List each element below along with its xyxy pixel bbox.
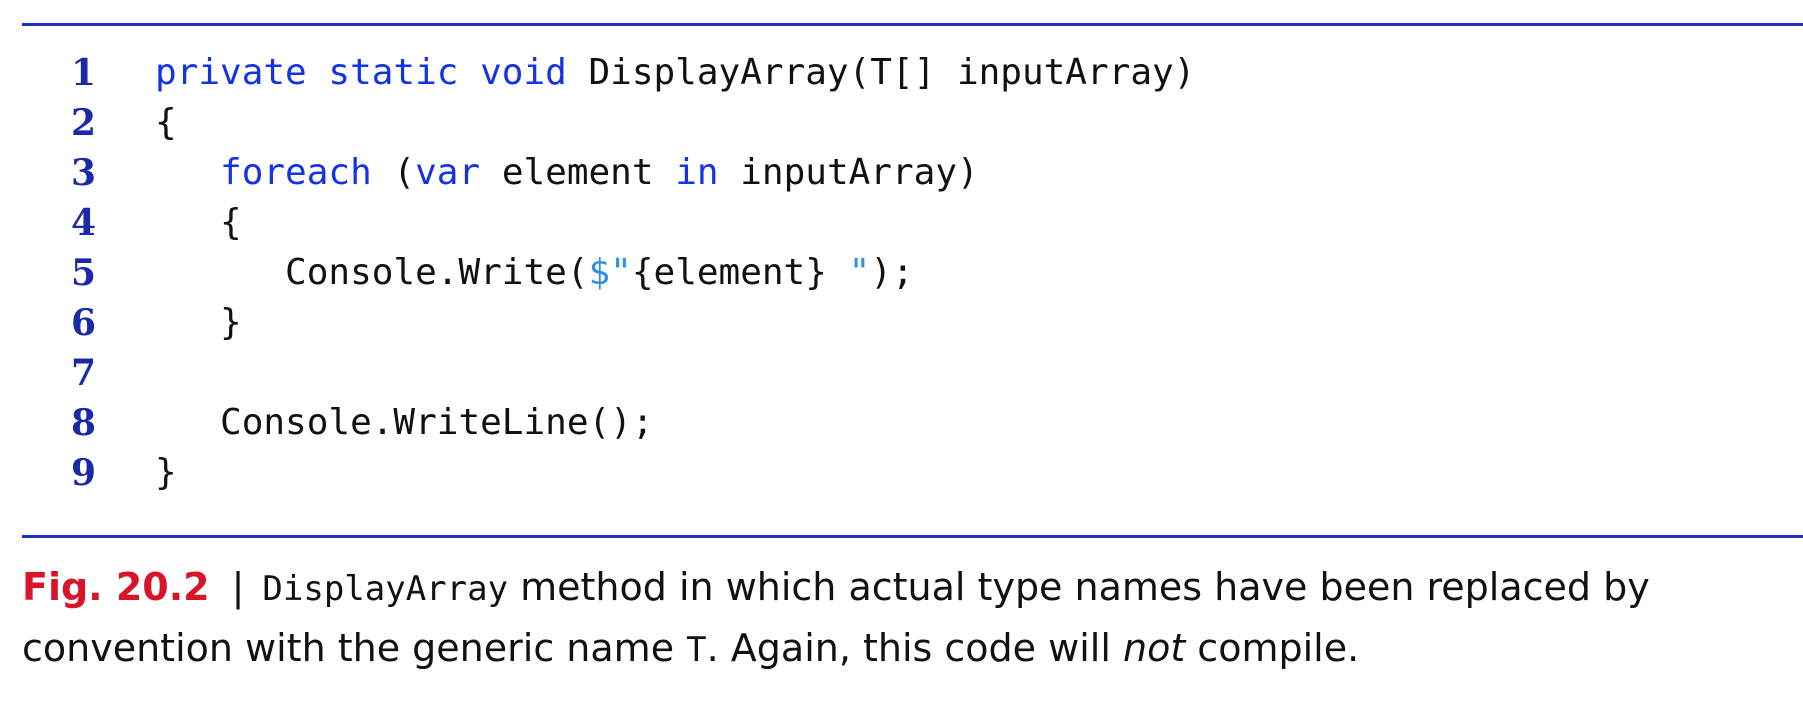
code-text: { xyxy=(155,198,242,248)
bottom-rule xyxy=(22,535,1803,538)
code-keyword: foreach xyxy=(220,152,372,193)
code-token: inputArray) xyxy=(718,152,979,193)
code-keyword: in xyxy=(675,152,719,193)
code-token: } xyxy=(155,452,177,493)
code-line: 4 { xyxy=(0,198,1803,248)
code-text: Console.Write($"{element} "); xyxy=(155,248,914,298)
caption-text: . Again, this code will xyxy=(706,626,1123,670)
code-line: 7 xyxy=(0,348,1803,398)
caption-type-name: T xyxy=(686,630,707,670)
code-token: Console.Write( xyxy=(285,252,589,293)
code-text: private static void DisplayArray(T[] inp… xyxy=(155,48,1195,98)
code-line: 2{ xyxy=(0,98,1803,148)
line-number: 2 xyxy=(70,102,96,144)
code-string: " xyxy=(826,252,871,293)
code-token: Console.WriteLine(); xyxy=(220,402,654,443)
code-string: $" xyxy=(588,252,632,293)
code-token: element xyxy=(480,152,676,193)
caption-emphasis: not xyxy=(1122,626,1186,670)
line-number: 9 xyxy=(70,452,96,494)
code-line: 9} xyxy=(0,448,1803,498)
code-text: Console.WriteLine(); xyxy=(155,398,654,448)
caption-text: compile. xyxy=(1185,626,1360,670)
line-number: 3 xyxy=(70,152,96,194)
top-rule xyxy=(22,23,1803,26)
code-line: 5 Console.Write($"{element} "); xyxy=(0,248,1803,298)
line-number: 1 xyxy=(70,52,96,94)
code-text: } xyxy=(155,298,242,348)
line-number: 8 xyxy=(70,402,96,444)
code-token: {element} xyxy=(631,252,827,293)
code-keyword: private static void xyxy=(155,52,567,93)
code-token: { xyxy=(155,102,177,143)
code-line: 8 Console.WriteLine(); xyxy=(0,398,1803,448)
code-text: foreach (var element in inputArray) xyxy=(155,148,979,198)
code-line: 1 private static void DisplayArray(T[] in… xyxy=(0,48,1803,98)
line-number: 5 xyxy=(70,252,96,294)
code-text: { xyxy=(155,98,177,148)
line-number: 7 xyxy=(70,352,96,394)
line-number: 4 xyxy=(70,202,96,244)
line-number: 6 xyxy=(70,302,96,344)
code-line: 6 } xyxy=(0,298,1803,348)
code-token: { xyxy=(220,202,242,243)
figure-caption: Fig. 20.2 | DisplayArray method in which a… xyxy=(22,558,1782,680)
code-keyword: var xyxy=(415,152,481,193)
code-line: 3 foreach (var element in inputArray) xyxy=(0,148,1803,198)
code-token: } xyxy=(220,302,242,343)
caption-method-name: DisplayArray xyxy=(262,569,509,609)
code-token: ( xyxy=(371,152,416,193)
caption-separator: | xyxy=(231,565,245,609)
code-token: ); xyxy=(870,252,914,293)
figure-label: Fig. 20.2 xyxy=(22,565,210,609)
code-token: DisplayArray(T[] inputArray) xyxy=(566,52,1196,93)
code-text: } xyxy=(155,448,177,498)
code-listing: 1 private static void DisplayArray(T[] in… xyxy=(0,48,1803,498)
